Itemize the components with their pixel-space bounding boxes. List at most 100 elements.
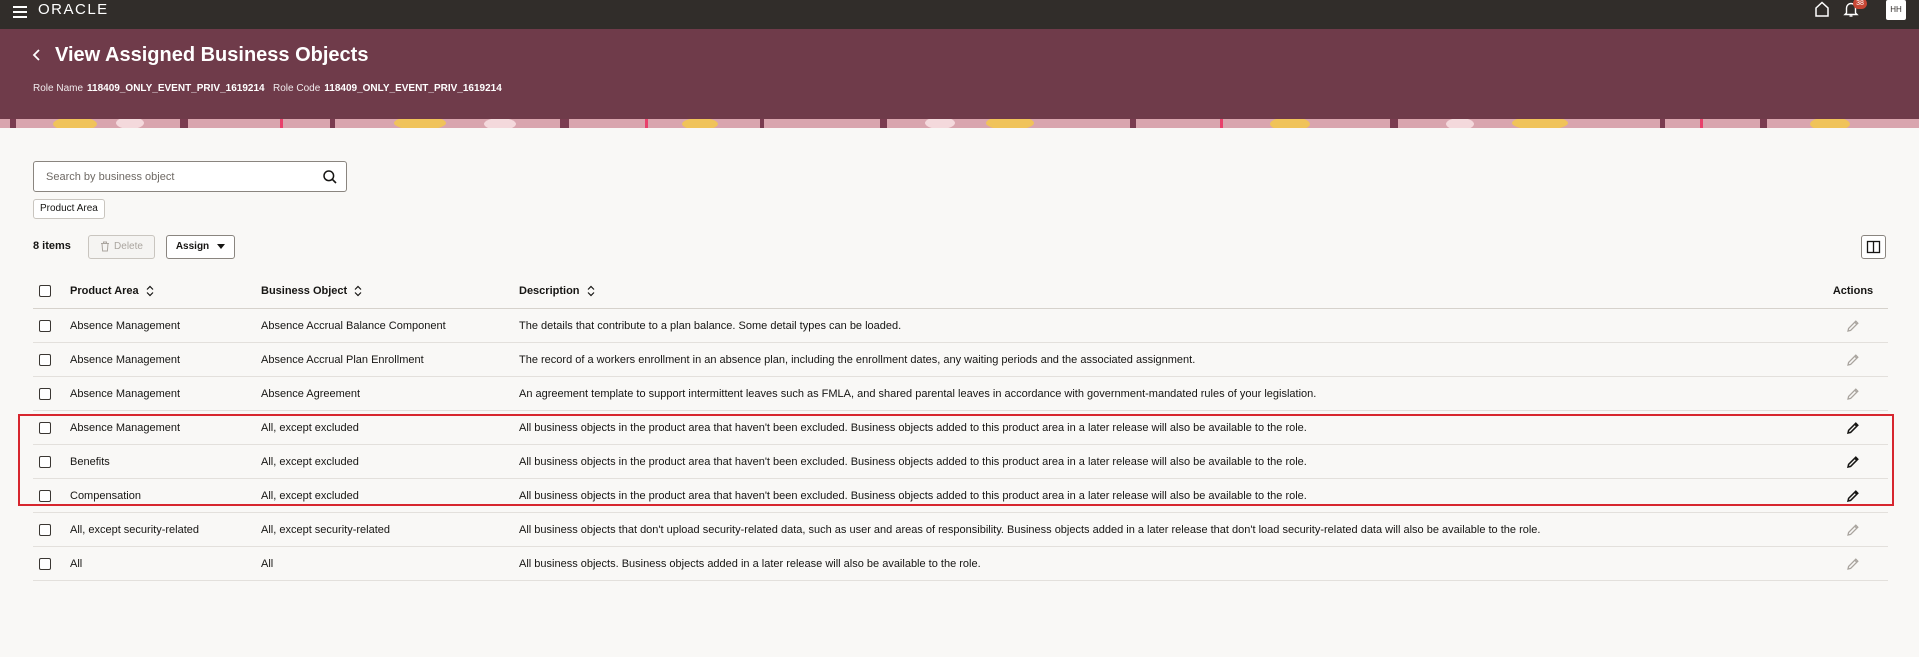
product-area-cell: All, except security-related: [70, 523, 199, 536]
actions-cell: [1823, 479, 1883, 512]
description-cell: All business objects in the product area…: [519, 421, 1307, 434]
description-cell: All business objects that don't upload s…: [519, 523, 1541, 536]
row-select-cell: [33, 479, 57, 512]
hamburger-menu-icon[interactable]: [11, 3, 29, 21]
table-row[interactable]: Absence Management Absence Accrual Plan …: [33, 343, 1888, 377]
assign-label: Assign: [175, 241, 210, 252]
row-select-cell: [33, 445, 57, 478]
business-object-cell: All, except security-related: [261, 523, 390, 536]
row-select-cell: [33, 309, 57, 342]
sort-icon[interactable]: [354, 285, 362, 297]
sort-icon[interactable]: [587, 285, 595, 297]
column-header-product-area[interactable]: Product Area: [70, 274, 154, 308]
table-row[interactable]: Absence Management All, except excluded …: [33, 411, 1888, 445]
row-checkbox[interactable]: [39, 557, 51, 570]
description-cell: All business objects. Business objects a…: [519, 557, 981, 570]
description-cell: All business objects in the product area…: [519, 489, 1307, 502]
actions-cell: [1823, 309, 1883, 342]
table-row[interactable]: All, except security-related All, except…: [33, 513, 1888, 547]
global-header: ORACLE 38 HH: [0, 0, 1919, 29]
description-cell: The record of a workers enrollment in an…: [519, 353, 1196, 366]
pencil-icon[interactable]: [1845, 420, 1861, 436]
pencil-icon[interactable]: [1845, 318, 1861, 334]
pencil-icon[interactable]: [1845, 488, 1861, 504]
select-all-cell: [33, 274, 57, 308]
business-object-cell: Absence Agreement: [261, 387, 361, 400]
business-objects-table: Product Area Business Object Description…: [33, 274, 1888, 581]
pencil-icon[interactable]: [1845, 386, 1861, 402]
role-name: Role Name 118409_ONLY_EVENT_PRIV_1619214: [33, 83, 265, 94]
row-checkbox[interactable]: [39, 489, 51, 502]
page-header: View Assigned Business Objects Role Name…: [0, 29, 1919, 119]
row-checkbox[interactable]: [39, 353, 51, 366]
business-object-cell: All: [261, 557, 274, 570]
assign-menu-button[interactable]: Assign: [166, 235, 235, 259]
row-select-cell: [33, 513, 57, 546]
item-count: 8 items: [33, 240, 71, 252]
business-object-cell: Absence Accrual Plan Enrollment: [261, 353, 424, 366]
select-all-checkbox[interactable]: [39, 285, 51, 297]
table-header-row: Product Area Business Object Description…: [33, 274, 1888, 309]
row-checkbox[interactable]: [39, 523, 51, 536]
role-name-value: 118409_ONLY_EVENT_PRIV_1619214: [87, 83, 265, 94]
column-header-business-object[interactable]: Business Object: [261, 274, 362, 308]
pencil-icon[interactable]: [1845, 522, 1861, 538]
search-field[interactable]: [33, 161, 347, 192]
table-row[interactable]: Compensation All, except excluded All bu…: [33, 479, 1888, 513]
chevron-left-icon[interactable]: [30, 44, 44, 66]
row-select-cell: [33, 411, 57, 444]
column-header-description[interactable]: Description: [519, 274, 595, 308]
panel-columns-icon[interactable]: [1861, 235, 1886, 259]
column-header-label: Business Object: [261, 285, 348, 297]
description-cell: An agreement template to support intermi…: [519, 387, 1317, 400]
user-avatar[interactable]: HH: [1886, 0, 1906, 20]
table-row[interactable]: All All All business objects. Business o…: [33, 547, 1888, 581]
actions-cell: [1823, 513, 1883, 546]
product-area-cell: Benefits: [70, 455, 110, 468]
search-icon[interactable]: [322, 169, 338, 185]
trash-icon: [101, 241, 110, 252]
product-area-cell: Absence Management: [70, 387, 181, 400]
business-object-cell: All, except excluded: [261, 421, 359, 434]
table-row[interactable]: Absence Management Absence Accrual Balan…: [33, 309, 1888, 343]
role-name-label: Role Name: [33, 83, 84, 94]
business-object-cell: All, except excluded: [261, 489, 359, 502]
pencil-icon[interactable]: [1845, 556, 1861, 572]
decorative-banner: [0, 119, 1919, 128]
table-row[interactable]: Absence Management Absence Agreement An …: [33, 377, 1888, 411]
table-row[interactable]: Benefits All, except excluded All busine…: [33, 445, 1888, 479]
actions-cell: [1823, 411, 1883, 444]
business-object-cell: All, except excluded: [261, 455, 359, 468]
actions-cell: [1823, 547, 1883, 580]
actions-cell: [1823, 343, 1883, 376]
product-area-cell: Absence Management: [70, 353, 181, 366]
row-checkbox[interactable]: [39, 455, 51, 468]
row-checkbox[interactable]: [39, 421, 51, 434]
row-checkbox[interactable]: [39, 387, 51, 400]
actions-cell: [1823, 377, 1883, 410]
row-checkbox[interactable]: [39, 319, 51, 332]
row-select-cell: [33, 343, 57, 376]
oracle-logo: ORACLE: [38, 1, 109, 18]
pencil-icon[interactable]: [1845, 352, 1861, 368]
product-area-cell: Compensation: [70, 489, 141, 502]
description-cell: All business objects in the product area…: [519, 455, 1307, 468]
sort-icon[interactable]: [146, 285, 154, 297]
pencil-icon[interactable]: [1845, 454, 1861, 470]
role-code-value: 118409_ONLY_EVENT_PRIV_1619214: [324, 83, 502, 94]
column-header-actions: Actions: [1832, 285, 1874, 297]
search-input[interactable]: [46, 168, 306, 186]
page-title: View Assigned Business Objects: [55, 44, 369, 66]
product-area-cell: All: [70, 557, 83, 570]
column-header-label: Product Area: [70, 285, 139, 297]
caret-down-icon: [217, 243, 226, 249]
row-select-cell: [33, 547, 57, 580]
business-object-cell: Absence Accrual Balance Component: [261, 319, 446, 332]
delete-button[interactable]: Delete: [88, 235, 155, 259]
actions-cell: [1823, 445, 1883, 478]
delete-label: Delete: [114, 241, 143, 252]
product-area-filter-chip[interactable]: Product Area: [33, 199, 105, 219]
notification-count-badge: 38: [1853, 0, 1867, 9]
home-icon[interactable]: [1813, 0, 1831, 18]
product-area-cell: Absence Management: [70, 421, 181, 434]
